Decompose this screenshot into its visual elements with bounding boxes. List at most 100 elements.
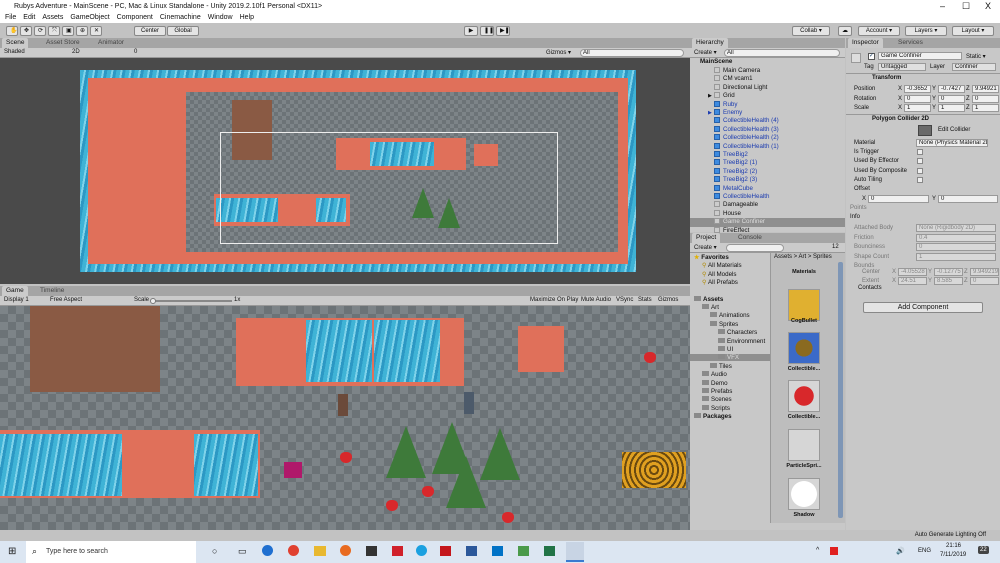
used-by-composite-checkbox[interactable] [917,168,923,174]
tab-scene[interactable]: Scene [2,38,29,48]
hierarchy-item[interactable]: CollectibleHealth (1) [690,142,845,151]
rotate-tool-icon[interactable]: ⟳ [34,26,46,36]
clock-time[interactable]: 21:16 [946,543,961,549]
project-tree-item[interactable]: Tiles [710,362,732,370]
hierarchy-item[interactable]: CollectibleHealth (3) [690,125,845,134]
static-toggle[interactable]: Static ▾ [966,53,986,60]
project-search-input[interactable] [726,244,784,252]
asset-scrollbar[interactable] [838,262,843,518]
vsync-toggle[interactable]: VSync [616,297,633,303]
chart-app-icon[interactable] [518,546,529,556]
language-indicator[interactable]: ENG [918,548,931,554]
project-tree-item[interactable]: UI [718,346,733,353]
close-button[interactable]: X [985,0,991,13]
expand-arrow-icon[interactable]: ▶ [708,92,712,100]
points-foldout[interactable]: Points [850,205,867,211]
menu-cinemachine[interactable]: Cinemachine [160,14,201,21]
scene-root[interactable]: MainScene [700,58,850,66]
fx-count[interactable]: 0 [134,49,137,55]
material-field[interactable]: None (Physics Material 2D) [916,139,988,147]
tab-project[interactable]: Project [692,233,721,243]
asset-label[interactable]: Collectible... [778,414,830,420]
tab-timeline[interactable]: Timeline [36,286,68,296]
outlook-icon[interactable] [492,546,503,556]
play-button[interactable]: ▶ [464,26,478,36]
polygon-collider-header[interactable]: Polygon Collider 2D [872,116,929,122]
cloud-icon[interactable]: ☁ [838,26,852,36]
add-component-button[interactable]: Add Component [863,302,983,313]
collectible-cog-thumbnail[interactable] [788,332,820,364]
hierarchy-item[interactable]: ▶ Grid [690,92,845,100]
project-tree-item[interactable]: Environmnent [718,337,765,345]
breadcrumb-art[interactable]: Art [799,254,807,260]
hierarchy-item[interactable]: CollectibleHealth (2) [690,134,845,142]
maximize-on-play-toggle[interactable]: Maximize On Play [530,297,578,303]
active-checkbox[interactable]: ✓ [868,53,875,60]
position-y-field[interactable]: -0.7427 [938,85,965,93]
transform-tool-icon[interactable]: ⊕ [76,26,88,36]
hierarchy-item[interactable]: TreeBig2 (3) [690,176,845,184]
tray-app-icon[interactable] [830,547,838,555]
project-tree-item[interactable]: Animations [710,312,750,319]
windows-start-icon[interactable]: ⊞ [8,546,16,557]
rotation-z-field[interactable]: 0 [972,94,999,103]
collectible-health-thumbnail[interactable] [788,380,820,412]
firefox-icon[interactable] [340,545,351,556]
breadcrumb-sprites[interactable]: Sprites [813,254,832,260]
scene-search-input[interactable]: All [580,49,684,57]
menu-assets[interactable]: Assets [42,14,63,21]
menu-help[interactable]: Help [240,14,254,21]
move-tool-icon[interactable]: ✥ [20,26,32,36]
hierarchy-create-button[interactable]: Create ▾ [694,49,717,56]
menu-window[interactable]: Window [208,14,233,21]
skype-icon[interactable] [416,545,427,556]
hierarchy-item[interactable]: TreeBig2 (2) [690,167,845,176]
hierarchy-item[interactable]: CollectibleHealth [690,193,845,201]
hierarchy-item[interactable]: CM vcam1 [690,75,845,83]
asset-label[interactable]: Collectible... [778,366,830,372]
pause-button[interactable]: ❚❚ [480,26,494,36]
breadcrumb-assets[interactable]: Assets [774,254,792,260]
minimize-button[interactable]: – [940,0,945,13]
project-tree-item[interactable]: Assets [694,295,723,303]
game-gizmos-toggle[interactable]: Gizmos [658,297,678,303]
asset-label[interactable]: Materials [778,269,830,275]
scale-slider[interactable] [150,298,232,304]
layout-dropdown[interactable]: Layout ▾ [952,26,994,36]
tag-dropdown[interactable]: Untagged [878,63,926,71]
hierarchy-item[interactable]: Main Camera [690,67,845,75]
project-tree-item[interactable]: ★ Favorites [694,254,729,261]
notifications-badge[interactable]: 22 [978,546,989,554]
scale-z-field[interactable]: 1 [972,104,999,112]
hierarchy-item[interactable]: ▶ Enemy [690,109,845,117]
tab-hierarchy[interactable]: Hierarchy [692,38,728,48]
clock-date[interactable]: 7/11/2019 [940,552,966,558]
tab-inspector[interactable]: Inspector [848,38,883,48]
project-tree-item[interactable]: ⚲ All Materials [702,262,742,269]
account-dropdown[interactable]: Account ▾ [858,26,900,36]
custom-tool-icon[interactable]: ✕ [90,26,102,36]
project-tree-item[interactable]: Audio [702,371,727,378]
volume-icon[interactable]: 🔊 [896,547,905,555]
project-tree-item[interactable]: Demo [702,379,728,387]
project-tree-item[interactable]: ⚲ All Prefabs [702,279,738,286]
unity-taskbar-icon[interactable] [566,542,584,562]
layer-dropdown[interactable]: Confiner [952,63,996,71]
hierarchy-item[interactable]: Directional Light [690,83,845,92]
hierarchy-item[interactable]: TreeBig2 [690,151,845,159]
offset-x-field[interactable]: 0 [868,195,929,203]
pivot-global-button[interactable]: Global [167,26,199,36]
hierarchy-item[interactable]: MetalCube [690,184,845,193]
project-tree-item[interactable]: Sprites [710,320,738,328]
hierarchy-item[interactable]: Game Confiner [690,218,845,227]
edge-icon[interactable] [262,545,273,556]
aspect-dropdown[interactable]: Free Aspect [50,297,82,303]
particle-sprites-thumbnail[interactable] [788,429,820,461]
word-icon[interactable] [466,546,477,556]
mute-audio-toggle[interactable]: Mute Audio [581,297,611,303]
scale-y-field[interactable]: 1 [938,104,965,112]
cogbullet-thumbnail[interactable] [788,289,820,321]
rotation-y-field[interactable]: 0 [938,94,965,103]
project-tree-item[interactable]: Art [702,304,719,311]
collab-button[interactable]: Collab ▾ [792,26,830,36]
